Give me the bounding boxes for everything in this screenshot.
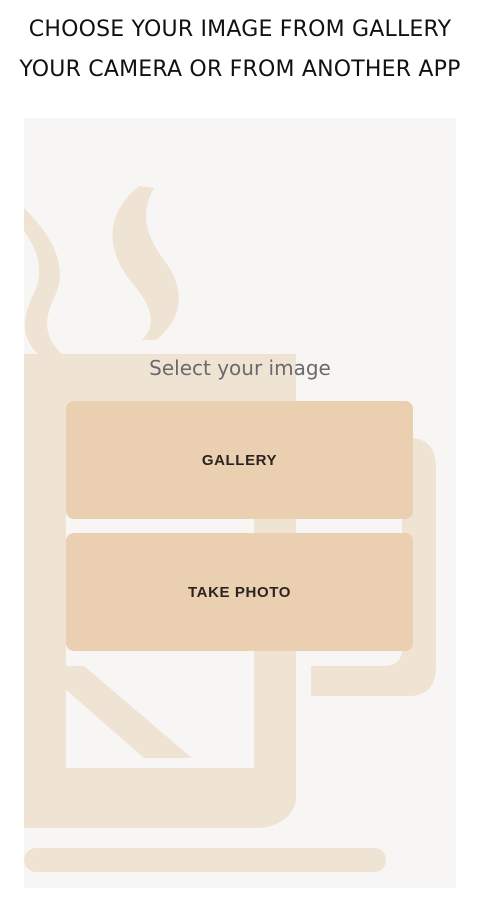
caption-line-1: CHOOSE YOUR IMAGE FROM GALLERY [28,17,452,42]
store-caption: CHOOSE YOUR IMAGE FROM GALLERY YOUR CAME… [0,10,480,90]
caption-line-2: YOUR CAMERA OR FROM ANOTHER APP [19,57,461,82]
app-screen: Select your image GALLERY TAKE PHOTO [24,118,456,888]
gallery-button[interactable]: GALLERY [66,401,413,519]
select-image-prompt: Select your image [149,356,331,380]
take-photo-button[interactable]: TAKE PHOTO [66,533,413,651]
